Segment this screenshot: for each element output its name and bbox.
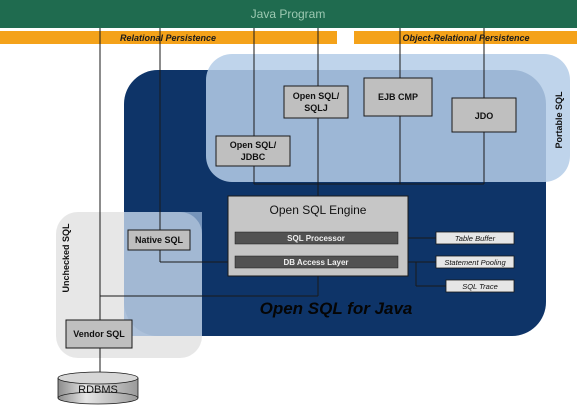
sql-processor-label: SQL Processor <box>287 234 345 243</box>
jdo-label: JDO <box>475 111 494 121</box>
table-buffer-label: Table Buffer <box>455 234 496 243</box>
native-sql-label: Native SQL <box>135 235 184 245</box>
sql-trace-label: SQL Trace <box>462 282 498 291</box>
jdo-box: JDO <box>451 97 517 133</box>
db-access-layer-label: DB Access Layer <box>283 258 348 267</box>
sql-trace-box: SQL Trace <box>445 279 515 293</box>
open-sql-engine-box: Open SQL Engine SQL Processor DB Access … <box>227 195 409 277</box>
rdbms-label: RDBMS <box>78 384 118 396</box>
open-sql-jdbc-box: Open SQL/ JDBC <box>215 135 291 167</box>
statement-pooling-box: Statement Pooling <box>435 255 515 269</box>
table-buffer-box: Table Buffer <box>435 231 515 245</box>
java-program-label: Java Program <box>251 7 326 21</box>
object-relational-persistence-label: Object-Relational Persistence <box>402 33 529 43</box>
open-sql-jdbc-label-line2: JDBC <box>241 152 266 162</box>
ejb-cmp-box: EJB CMP <box>363 77 433 117</box>
open-sql-sqlj-box: Open SQL/ SQLJ <box>283 85 349 119</box>
vendor-sql-label: Vendor SQL <box>73 329 125 339</box>
ejb-cmp-label: EJB CMP <box>378 92 418 102</box>
vendor-sql-box: Vendor SQL <box>65 319 133 349</box>
native-sql-box: Native SQL <box>127 229 191 251</box>
open-sql-sqlj-label-line1: Open SQL/ <box>293 91 340 101</box>
open-sql-jdbc-label-line1: Open SQL/ <box>230 140 277 150</box>
open-sql-engine-title: Open SQL Engine <box>270 203 367 217</box>
open-sql-sqlj-label-line2: SQLJ <box>304 103 328 113</box>
statement-pooling-label: Statement Pooling <box>444 258 506 267</box>
relational-persistence-label: Relational Persistence <box>120 33 216 43</box>
rdbms-cylinder: RDBMS <box>57 371 139 405</box>
unchecked-sql-label: Unchecked SQL <box>61 223 71 293</box>
open-sql-for-java-label: Open SQL for Java <box>260 299 413 318</box>
portable-sql-label: Portable SQL <box>554 91 564 149</box>
persistence-architecture-diagram: Java Program Relational Persistence Obje… <box>0 0 577 405</box>
